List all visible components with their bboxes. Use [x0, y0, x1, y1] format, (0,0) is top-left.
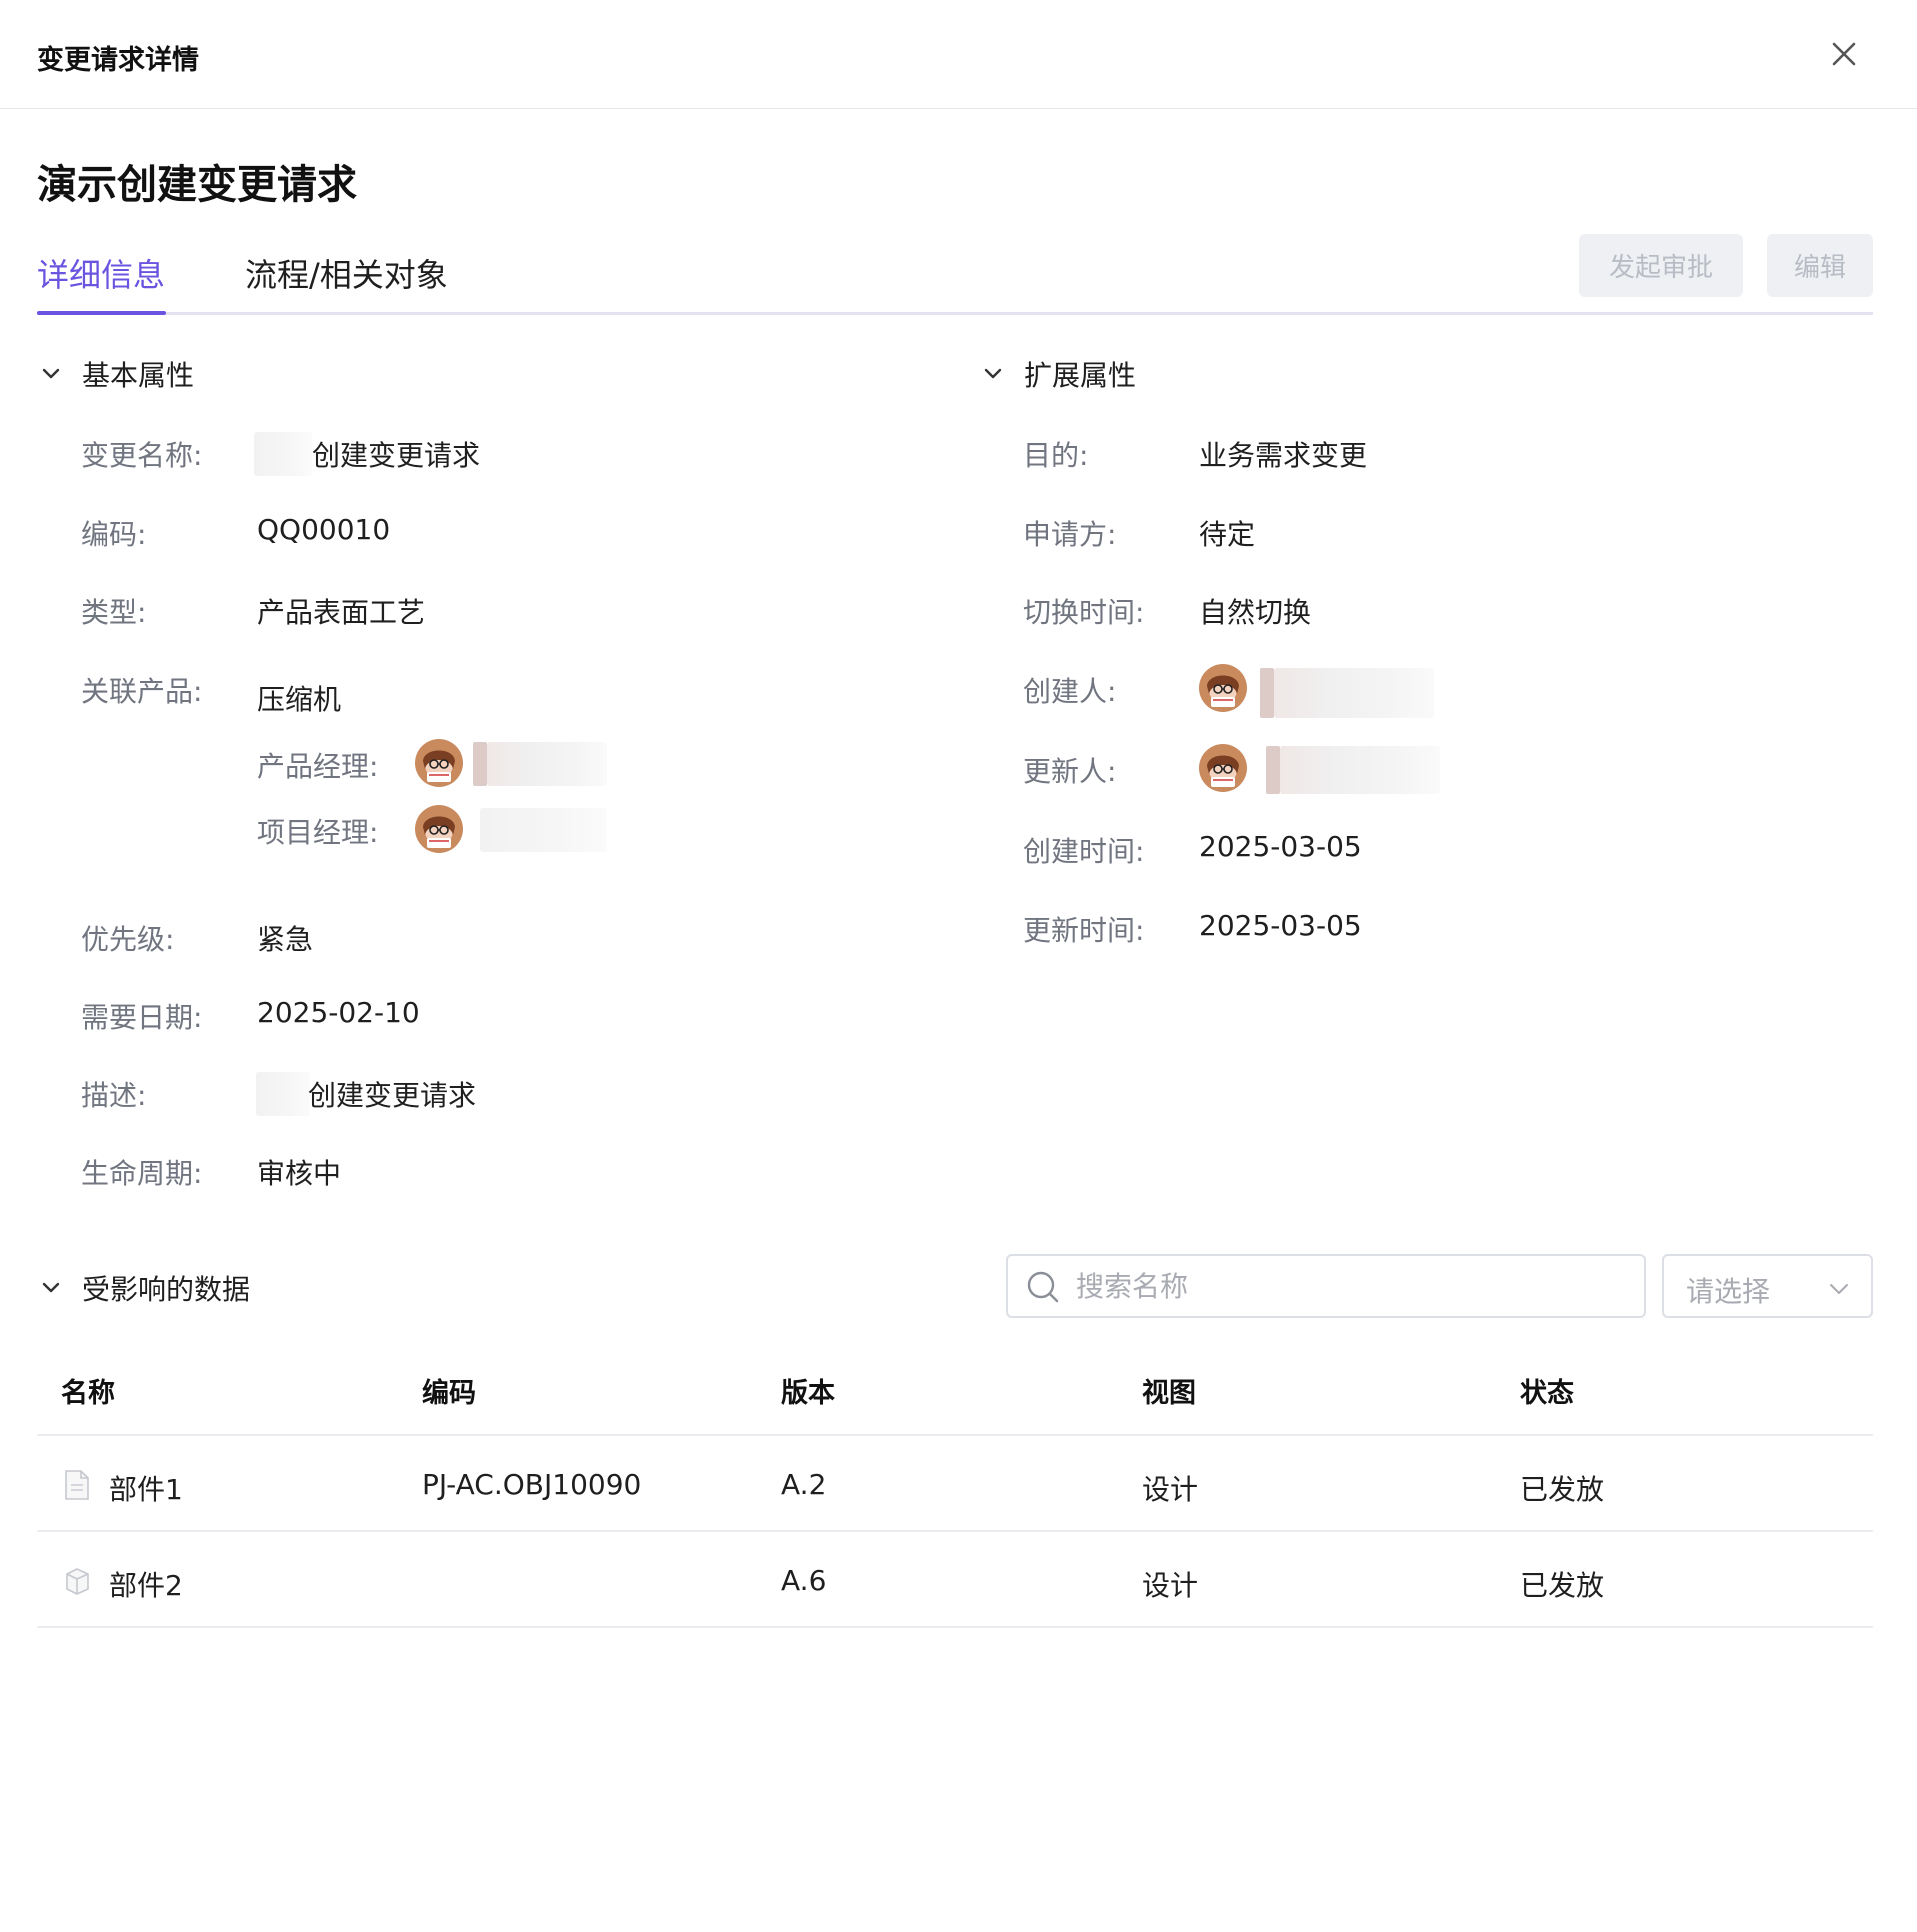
related-product-label: 关联产品:: [81, 675, 203, 708]
redacted-user-name: [487, 742, 607, 786]
code-label: 编码:: [81, 518, 147, 551]
applicant-value: 待定: [1199, 518, 1256, 551]
page-title: 演示创建变更请求: [37, 162, 357, 208]
basic-section-title: 基本属性: [82, 359, 195, 392]
tab-details[interactable]: 详细信息: [37, 250, 166, 315]
type-label: 类型:: [81, 596, 147, 629]
redacted-text: [256, 1072, 310, 1116]
change-name-label: 变更名称:: [81, 439, 203, 472]
switch-time-label: 切换时间:: [1023, 596, 1145, 629]
select-placeholder: 请选择: [1686, 1275, 1771, 1308]
column-header-view: 视图: [1142, 1378, 1196, 1409]
chevron-down-icon: [42, 368, 60, 379]
table-header: 名称 编码 版本 视图 状态: [37, 1355, 1873, 1436]
tab-process-related-label: 流程/相关对象: [245, 256, 448, 294]
chevron-down-icon: [984, 368, 1002, 379]
created-at-value: 2025-03-05: [1199, 830, 1362, 863]
created-at-label: 创建时间:: [1023, 835, 1145, 868]
active-tab-indicator: [37, 311, 166, 315]
extended-section-title: 扩展属性: [1024, 359, 1137, 392]
description-label: 描述:: [81, 1079, 147, 1112]
extended-section-header[interactable]: 扩展属性: [982, 354, 1136, 394]
dialog-header: 变更请求详情: [0, 0, 1917, 109]
document-icon: [65, 1470, 89, 1500]
row-view: 设计: [1142, 1569, 1199, 1602]
affected-section-title: 受影响的数据: [82, 1273, 251, 1306]
chevron-down-icon: [1830, 1284, 1848, 1294]
redacted-user-name: [1280, 746, 1440, 794]
row-version: A.6: [781, 1564, 827, 1597]
close-icon[interactable]: [1826, 36, 1862, 72]
redacted-edge: [1260, 668, 1274, 718]
avatar: [415, 739, 463, 787]
project-manager-label: 项目经理:: [257, 816, 379, 849]
type-value: 产品表面工艺: [257, 596, 426, 629]
table-row[interactable]: 部件2 A.6 设计 已发放: [37, 1532, 1873, 1628]
purpose-label: 目的:: [1023, 439, 1089, 472]
row-view: 设计: [1142, 1473, 1199, 1506]
redacted-edge: [1266, 746, 1280, 794]
table-row[interactable]: 部件1 PJ-AC.OBJ10090 A.2 设计 已发放: [37, 1436, 1873, 1532]
priority-label: 优先级:: [81, 923, 175, 956]
tab-process-related[interactable]: 流程/相关对象: [245, 250, 448, 312]
updated-at-value: 2025-03-05: [1199, 909, 1362, 942]
column-header-code: 编码: [422, 1378, 476, 1409]
code-value: QQ00010: [257, 513, 391, 546]
row-name[interactable]: 部件1: [109, 1468, 183, 1508]
row-status: 已发放: [1520, 1569, 1605, 1602]
redacted-text: [254, 432, 312, 476]
cube-icon: [66, 1568, 89, 1595]
priority-value: 紧急: [257, 923, 314, 956]
column-header-version: 版本: [781, 1378, 835, 1409]
redacted-user-name: [1274, 668, 1434, 718]
lifecycle-value: 审核中: [257, 1157, 342, 1190]
lifecycle-label: 生命周期:: [81, 1157, 203, 1190]
updated-at-label: 更新时间:: [1023, 914, 1145, 947]
purpose-value: 业务需求变更: [1199, 439, 1368, 472]
search-box: [1006, 1254, 1646, 1318]
need-date-value: 2025-02-10: [257, 996, 420, 1029]
filter-select[interactable]: 请选择: [1662, 1254, 1873, 1318]
chevron-down-icon: [42, 1282, 60, 1293]
related-product-value: 压缩机: [257, 683, 342, 716]
row-version: A.2: [781, 1468, 827, 1501]
creator-label: 创建人:: [1023, 675, 1117, 708]
edit-button[interactable]: 编辑: [1767, 234, 1873, 297]
description-value: 创建变更请求: [308, 1079, 477, 1112]
row-status: 已发放: [1520, 1473, 1605, 1506]
column-header-name: 名称: [61, 1378, 115, 1409]
product-manager-label: 产品经理:: [257, 750, 379, 783]
search-icon: [1027, 1271, 1059, 1303]
start-approval-button[interactable]: 发起审批: [1579, 234, 1743, 297]
switch-time-value: 自然切换: [1199, 596, 1312, 629]
tab-details-label: 详细信息: [37, 256, 166, 294]
redacted-edge: [473, 742, 487, 786]
updater-label: 更新人:: [1023, 755, 1117, 788]
avatar: [1199, 664, 1247, 712]
avatar: [1199, 744, 1247, 792]
change-name-value: 创建变更请求: [312, 439, 481, 472]
row-code: PJ-AC.OBJ10090: [422, 1468, 642, 1501]
avatar: [415, 805, 463, 853]
need-date-label: 需要日期:: [81, 1001, 203, 1034]
basic-section-header[interactable]: 基本属性: [40, 354, 194, 394]
column-header-status: 状态: [1520, 1378, 1574, 1409]
row-name[interactable]: 部件2: [109, 1564, 183, 1604]
affected-data-table: 名称 编码 版本 视图 状态 部件1 PJ-AC.OBJ10090 A.2 设计…: [37, 1355, 1873, 1628]
affected-section-header[interactable]: 受影响的数据: [40, 1268, 250, 1308]
applicant-label: 申请方:: [1023, 518, 1117, 551]
dialog-title: 变更请求详情: [37, 45, 199, 76]
search-input[interactable]: [1076, 1264, 1616, 1308]
redacted-user-name: [480, 808, 607, 852]
